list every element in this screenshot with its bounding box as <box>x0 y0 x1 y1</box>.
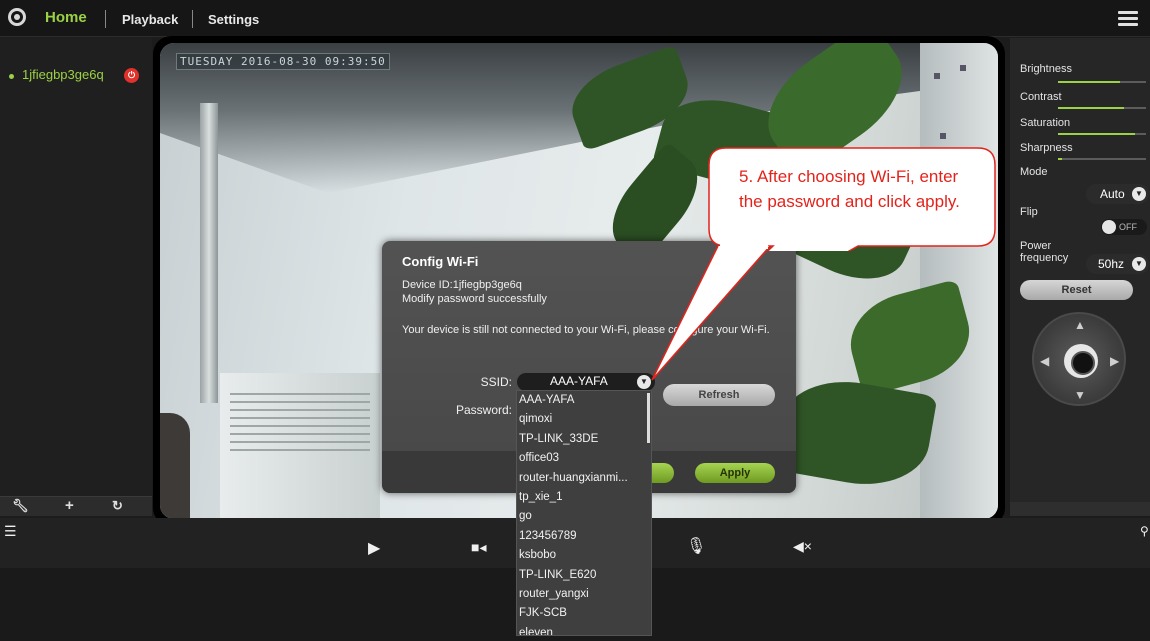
cancel-button[interactable] <box>652 463 674 483</box>
mode-select[interactable]: Auto ▼ <box>1086 184 1149 204</box>
camera-app: Home Playback Settings 1jfiegbp3ge6q ⏻ 🔧… <box>0 0 1150 641</box>
ptz-control-pad: ▲ ▼ ◀ ▶ <box>1032 312 1126 406</box>
top-nav-bar: Home Playback Settings <box>0 0 1150 37</box>
ssid-option[interactable]: qimoxi <box>517 410 645 429</box>
image-settings-panel: Brightness Contrast Saturation Sharpness… <box>1010 38 1150 516</box>
ptz-left-arrow-icon[interactable]: ◀ <box>1040 354 1049 368</box>
dialog-title: Config Wi-Fi <box>402 254 479 269</box>
ssid-option[interactable]: eleven <box>517 624 645 635</box>
nav-home-tab[interactable]: Home <box>45 9 87 26</box>
nav-settings-tab[interactable]: Settings <box>208 12 259 27</box>
dropdown-scrollbar[interactable] <box>647 393 650 443</box>
ssid-option[interactable]: 123456789 <box>517 527 645 546</box>
ssid-option[interactable]: ksbobo <box>517 546 645 565</box>
ssid-option[interactable]: router_yangxi <box>517 585 645 604</box>
flip-state: OFF <box>1119 222 1137 232</box>
ssid-option[interactable]: office03 <box>517 449 645 468</box>
chevron-down-icon: ▼ <box>1132 257 1146 271</box>
ssid-option[interactable]: FJK-SCB <box>517 604 645 623</box>
hamburger-menu-icon[interactable] <box>1118 11 1138 27</box>
ssid-value: AAA-YAFA <box>550 374 608 388</box>
power-frequency-select[interactable]: 50hz ▼ <box>1086 254 1149 274</box>
wrench-icon[interactable]: 🔧︎ <box>12 498 29 514</box>
contrast-label: Contrast <box>1020 91 1062 103</box>
ssid-label: SSID: <box>480 375 512 389</box>
reset-button[interactable]: Reset <box>1020 280 1133 300</box>
sharpness-slider-fill <box>1058 158 1063 160</box>
ptz-down-arrow-icon[interactable]: ▼ <box>1074 388 1086 402</box>
ssid-option[interactable]: TP-LINK_E620 <box>517 566 645 585</box>
saturation-slider[interactable] <box>1058 133 1146 135</box>
brightness-slider-fill <box>1058 81 1120 83</box>
contrast-slider-fill <box>1058 107 1124 109</box>
video-record-icon[interactable]: ■◂ <box>471 539 486 556</box>
video-timestamp: TUESDAY 2016-08-30 09:39:50 <box>176 53 390 70</box>
nav-divider <box>192 10 193 28</box>
sharpness-slider[interactable] <box>1058 158 1146 160</box>
video-shelf <box>920 43 998 519</box>
callout-text: 5. After choosing Wi-Fi, enter the passw… <box>739 167 960 211</box>
play-icon[interactable]: ▶ <box>368 538 380 558</box>
password-label: Password: <box>455 403 512 417</box>
device-toolbar: 🔧︎ + ↻ <box>0 496 152 516</box>
chevron-down-icon: ▼ <box>1132 187 1146 201</box>
video-person <box>160 413 190 519</box>
mode-value: Auto <box>1100 187 1125 201</box>
location-pin-icon[interactable]: ⚲ <box>1140 524 1149 538</box>
ssid-select[interactable]: AAA-YAFA ▼ <box>517 373 655 391</box>
flip-label: Flip <box>1020 206 1038 218</box>
saturation-label: Saturation <box>1020 117 1071 129</box>
saturation-slider-fill <box>1058 133 1136 135</box>
online-status-icon <box>9 74 14 79</box>
app-logo-icon <box>8 8 26 26</box>
video-air-conditioner <box>220 373 380 519</box>
nav-playback-tab[interactable]: Playback <box>122 12 178 27</box>
ssid-option[interactable]: go <box>517 507 645 526</box>
ssid-option[interactable]: TP-LINK_33DE <box>517 430 645 449</box>
speaker-muted-icon[interactable]: ◀× <box>793 538 812 555</box>
callout-pointer-joint <box>720 240 768 249</box>
power-frequency-label: Power frequency <box>1020 240 1069 264</box>
ptz-up-arrow-icon[interactable]: ▲ <box>1074 318 1086 332</box>
video-plant-leaf <box>772 370 938 496</box>
nav-divider <box>105 10 106 28</box>
add-device-icon[interactable]: + <box>65 497 74 514</box>
ssid-option[interactable]: tp_xie_1 <box>517 488 645 507</box>
sharpness-label: Sharpness <box>1020 142 1073 154</box>
power-icon[interactable]: ⏻ <box>124 68 139 83</box>
brightness-slider[interactable] <box>1058 81 1146 83</box>
video-pipe <box>200 103 218 403</box>
refresh-icon[interactable]: ↻ <box>112 498 123 514</box>
toggle-knob <box>1102 220 1116 234</box>
contrast-slider[interactable] <box>1058 107 1146 109</box>
callout-pointer <box>651 240 771 381</box>
ptz-right-arrow-icon[interactable]: ▶ <box>1110 354 1119 368</box>
power-frequency-value: 50hz <box>1098 257 1125 271</box>
mode-label: Mode <box>1020 166 1048 178</box>
brightness-label: Brightness <box>1020 63 1072 75</box>
ssid-dropdown-list: AAA-YAFA qimoxi TP-LINK_33DE office03 ro… <box>516 390 652 636</box>
flip-toggle[interactable]: OFF <box>1101 219 1147 235</box>
panel-footer <box>1010 502 1150 516</box>
device-list-panel: 1jfiegbp3ge6q ⏻ 🔧︎ + ↻ <box>0 38 152 516</box>
device-list-item[interactable]: 1jfiegbp3ge6q <box>22 67 104 82</box>
list-icon[interactable]: ☰ <box>4 523 17 540</box>
ssid-option[interactable]: router-huangxianmi... <box>517 469 645 488</box>
ptz-center-button[interactable] <box>1064 344 1098 378</box>
callout-pointer-tail <box>651 245 771 381</box>
microphone-muted-icon[interactable]: 🎙︎ <box>686 536 706 556</box>
chevron-down-icon: ▼ <box>637 375 651 389</box>
apply-button[interactable]: Apply <box>695 463 775 483</box>
ssid-option[interactable]: AAA-YAFA <box>517 391 645 410</box>
